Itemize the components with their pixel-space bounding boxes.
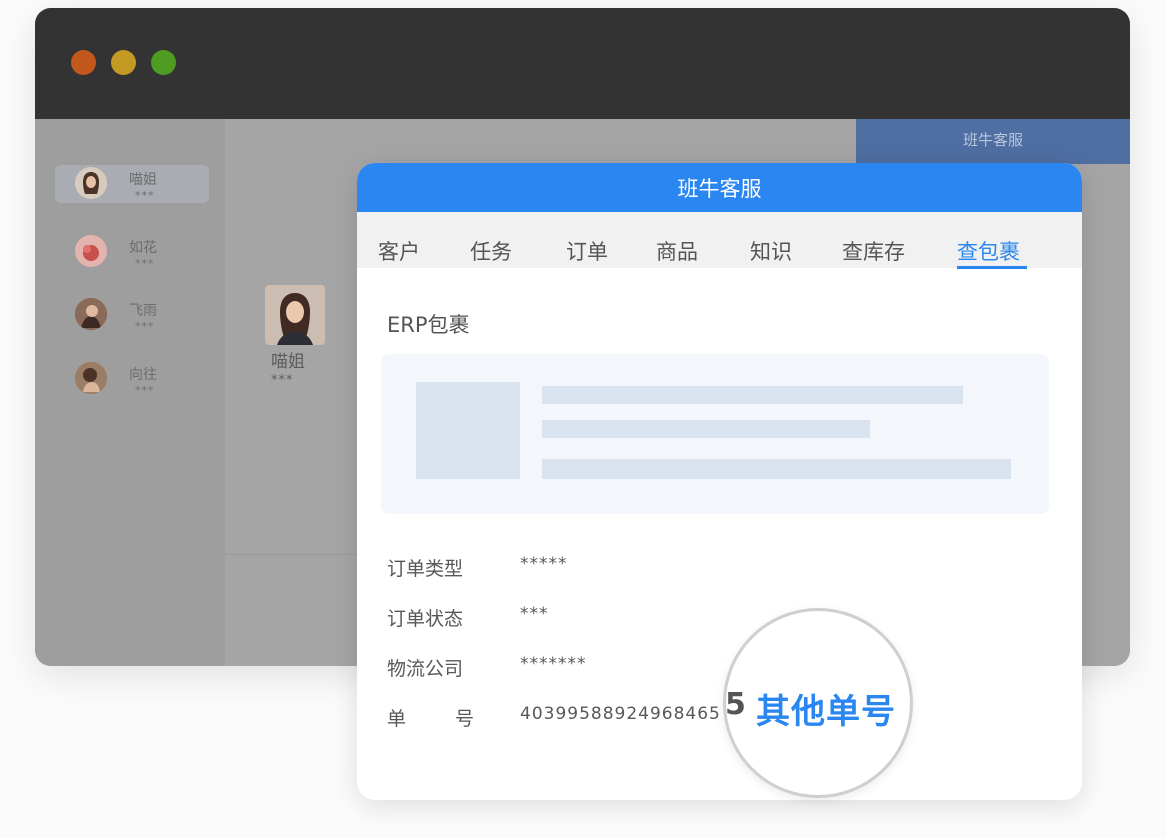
person-avatar-icon [265, 285, 325, 345]
contact-status: *** [135, 257, 155, 270]
contact-name: 喵姐 [129, 172, 157, 188]
image-placeholder [416, 382, 520, 479]
profile-avatar [265, 285, 325, 345]
tab-order[interactable]: 订单 [566, 236, 608, 266]
text-placeholder [542, 386, 963, 404]
contact-avatar [75, 362, 107, 394]
title-bar [35, 8, 1130, 119]
person-avatar-icon [75, 362, 107, 394]
contact-item-3[interactable]: 飞雨 *** [55, 296, 209, 334]
magnifier-lens: 5 其他单号 [723, 608, 913, 798]
section-title: ERP包裹 [387, 313, 470, 337]
tab-task[interactable]: 任务 [470, 236, 512, 266]
field-label: 订单类型 [387, 558, 464, 580]
contact-status: *** [135, 189, 155, 202]
close-window-button[interactable] [71, 50, 96, 75]
contact-name: 飞雨 [129, 303, 157, 319]
active-tab-indicator [957, 266, 1027, 269]
contact-status: *** [135, 384, 155, 397]
other-numbers-button[interactable]: 其他单号 [756, 684, 896, 733]
tab-package[interactable]: 查包裹 [957, 236, 1020, 266]
contact-status: *** [135, 320, 155, 333]
profile-status: *** [271, 373, 294, 388]
contact-item-2[interactable]: 如花 *** [55, 233, 209, 271]
contact-name: 向往 [129, 367, 157, 383]
panel-title: 班牛客服 [357, 163, 1082, 212]
contact-list: 喵姐 *** 如花 *** 飞雨 *** 向往 *** [35, 119, 226, 666]
background-panel-tab[interactable]: 班牛客服 [856, 119, 1130, 164]
profile-name: 喵姐 [271, 352, 305, 372]
field-value: *** [520, 604, 549, 624]
person-avatar-icon [75, 167, 107, 199]
contact-avatar [75, 298, 107, 330]
contact-item-4[interactable]: 向往 *** [55, 360, 209, 398]
service-panel: 班牛客服 客户 任务 订单 商品 知识 查库存 查包裹 ERP包裹 订单类型 *… [357, 163, 1082, 800]
contact-item-1[interactable]: 喵姐 *** [55, 165, 209, 203]
text-placeholder [542, 420, 870, 438]
text-placeholder [542, 459, 1011, 479]
tab-product[interactable]: 商品 [656, 236, 698, 266]
tracking-number-value: 40399588924968465 [520, 704, 721, 724]
contact-avatar [75, 167, 107, 199]
field-value: ******* [520, 654, 587, 674]
tab-inventory[interactable]: 查库存 [842, 236, 905, 266]
flower-avatar-icon [75, 235, 107, 267]
field-label: 订单状态 [387, 608, 464, 630]
package-card-placeholder [381, 354, 1049, 514]
contact-avatar [75, 235, 107, 267]
panel-tabs: 客户 任务 订单 商品 知识 查库存 查包裹 [357, 212, 1082, 268]
tab-customer[interactable]: 客户 [378, 236, 420, 266]
magnified-digit: 5 [725, 687, 746, 722]
contact-name: 如花 [129, 240, 157, 256]
minimize-window-button[interactable] [111, 50, 136, 75]
person-avatar-icon [75, 298, 107, 330]
field-value: ***** [520, 554, 568, 574]
field-label: 物流公司 [387, 658, 464, 680]
field-label: 单 号 [387, 708, 474, 730]
maximize-window-button[interactable] [151, 50, 176, 75]
tab-knowledge[interactable]: 知识 [750, 236, 792, 266]
